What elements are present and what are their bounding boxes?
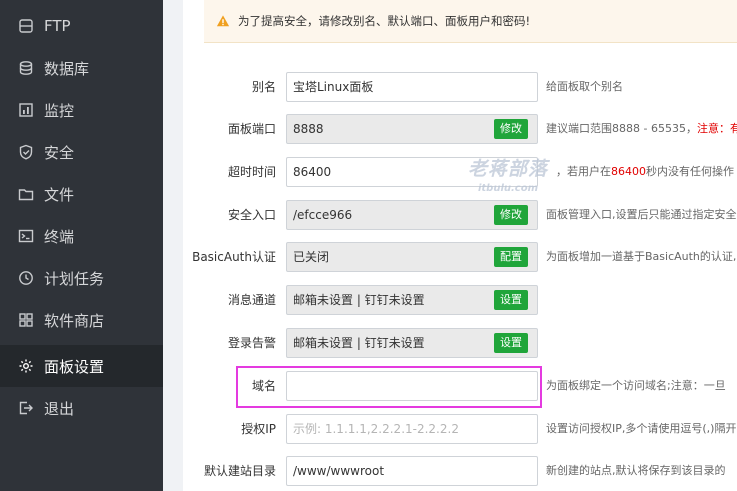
basicauth-hint: 为面板增加一道基于BasicAuth的认证, <box>546 250 737 263</box>
shield-icon <box>18 144 34 160</box>
port-label: 面板端口 <box>227 122 276 136</box>
auth-ip-label: 授权IP <box>241 422 276 436</box>
setting-row-entry: 安全入口 /efcce966 修改 面板管理入口,设置后只能通过指定安全 <box>163 200 737 230</box>
sidebar-item-store[interactable]: 软件商店 <box>0 299 163 341</box>
setting-row-alias: 别名 宝塔Linux面板 给面板取个别名 <box>163 72 737 102</box>
entry-hint: 面板管理入口,设置后只能通过指定安全 <box>546 208 737 221</box>
setting-row-site-dir: 默认建站目录 /www/wwwroot 新创建的站点,默认将保存到该目录的 <box>163 456 737 486</box>
sidebar-item-logout[interactable]: 退出 <box>0 387 163 429</box>
logout-icon <box>18 400 34 416</box>
port-hint-text: 建议端口范围8888 - 65535， <box>546 122 697 135</box>
setting-row-basicauth: BasicAuth认证 已关闭 配置 为面板增加一道基于BasicAuth的认证… <box>163 242 737 272</box>
folder-icon <box>18 186 34 202</box>
sidebar-item-files[interactable]: 文件 <box>0 173 163 215</box>
domain-highlight-box <box>236 366 542 408</box>
alias-hint: 给面板取个别名 <box>546 80 623 93</box>
notify-label: 消息通道 <box>227 293 276 307</box>
timeout-hint-pre: ，若用户在 <box>556 165 611 178</box>
setting-row-login-alert: 登录告警 邮箱未设置 | 钉钉未设置 设置 <box>163 328 737 358</box>
auth-ip-input[interactable]: 示例: 1.1.1.1,2.2.2.1-2.2.2.2 <box>286 414 538 444</box>
sidebar-item-cron[interactable]: 计划任务 <box>0 257 163 299</box>
watermark-title: 老蒋部落 <box>468 158 549 180</box>
clock-icon <box>18 270 34 286</box>
sidebar-item-label: 安全 <box>44 143 75 162</box>
alias-input[interactable]: 宝塔Linux面板 <box>286 72 538 102</box>
setting-row-auth-ip: 授权IP 示例: 1.1.1.1,2.2.2.1-2.2.2.2 设置访问授权I… <box>163 414 737 444</box>
sidebar-item-label: 软件商店 <box>44 311 105 330</box>
login-alert-setup-button[interactable]: 设置 <box>494 333 528 353</box>
site-dir-input[interactable]: /www/wwwroot <box>286 456 538 486</box>
sidebar-item-label: 退出 <box>44 399 75 418</box>
timeout-hint-post: 秒内没有任何操作 <box>646 165 734 178</box>
basicauth-label: BasicAuth认证 <box>192 250 276 264</box>
timeout-hint: ，若用户在86400秒内没有任何操作 <box>556 157 734 187</box>
notify-setup-button[interactable]: 设置 <box>494 290 528 310</box>
sidebar-item-security[interactable]: 安全 <box>0 131 163 173</box>
sidebar-item-ftp[interactable]: FTP <box>0 5 163 47</box>
setting-row-timeout: 超时时间 86400 ，若用户在86400秒内没有任何操作 <box>163 157 737 187</box>
alert-text: 为了提高安全，请修改别名、默认端口、面板用户和密码! <box>238 14 531 28</box>
sidebar-item-label: 数据库 <box>44 59 90 78</box>
ftp-icon <box>18 18 34 34</box>
sidebar-item-label: FTP <box>44 17 71 35</box>
site-dir-label: 默认建站目录 <box>203 464 276 478</box>
sidebar-item-monitor[interactable]: 监控 <box>0 89 163 131</box>
warning-icon <box>216 15 230 27</box>
alias-label: 别名 <box>251 80 276 94</box>
sidebar-item-terminal[interactable]: 终端 <box>0 215 163 257</box>
database-icon <box>18 60 34 76</box>
port-hint-warning: 注意：有 <box>696 122 737 135</box>
main-content: 为了提高安全，请修改别名、默认端口、面板用户和密码! 别名 宝塔Linux面板 … <box>163 0 737 491</box>
timeout-hint-seconds: 86400 <box>611 165 646 178</box>
sidebar-item-label: 计划任务 <box>44 269 105 288</box>
sidebar-item-panel-settings[interactable]: 面板设置 <box>0 345 163 387</box>
login-alert-label: 登录告警 <box>227 336 276 350</box>
monitor-icon <box>18 102 34 118</box>
domain-hint: 为面板绑定一个访问域名;注意：一旦 <box>546 379 726 392</box>
security-alert: 为了提高安全，请修改别名、默认端口、面板用户和密码! <box>204 0 737 43</box>
auth-ip-hint: 设置访问授权IP,多个请使用逗号(,)隔开 <box>546 422 737 435</box>
setting-row-port: 面板端口 8888 修改 建议端口范围8888 - 65535，注意：有 <box>163 114 737 144</box>
port-modify-button[interactable]: 修改 <box>494 119 528 139</box>
entry-label: 安全入口 <box>227 208 276 222</box>
grid-icon <box>18 312 34 328</box>
sidebar: FTP 数据库 监控 安全 文件 终端 计划任务 软件商店 面板设置 退出 <box>0 0 163 491</box>
site-dir-hint: 新创建的站点,默认将保存到该目录的 <box>546 464 726 477</box>
sidebar-item-database[interactable]: 数据库 <box>0 47 163 89</box>
gear-icon <box>18 358 34 374</box>
timeout-label: 超时时间 <box>227 165 276 179</box>
watermark-url: itbulu.com <box>477 183 539 194</box>
terminal-icon <box>18 228 34 244</box>
sidebar-item-label: 面板设置 <box>44 357 105 376</box>
sidebar-item-label: 文件 <box>44 185 75 204</box>
setting-row-notify: 消息通道 邮箱未设置 | 钉钉未设置 设置 <box>163 285 737 315</box>
basicauth-config-button[interactable]: 配置 <box>494 247 528 267</box>
entry-modify-button[interactable]: 修改 <box>494 205 528 225</box>
watermark: 老蒋部落 itbulu.com <box>468 154 548 194</box>
sidebar-item-label: 终端 <box>44 227 75 246</box>
sidebar-item-label: 监控 <box>44 101 75 120</box>
port-hint: 建议端口范围8888 - 65535，注意：有 <box>546 114 737 144</box>
